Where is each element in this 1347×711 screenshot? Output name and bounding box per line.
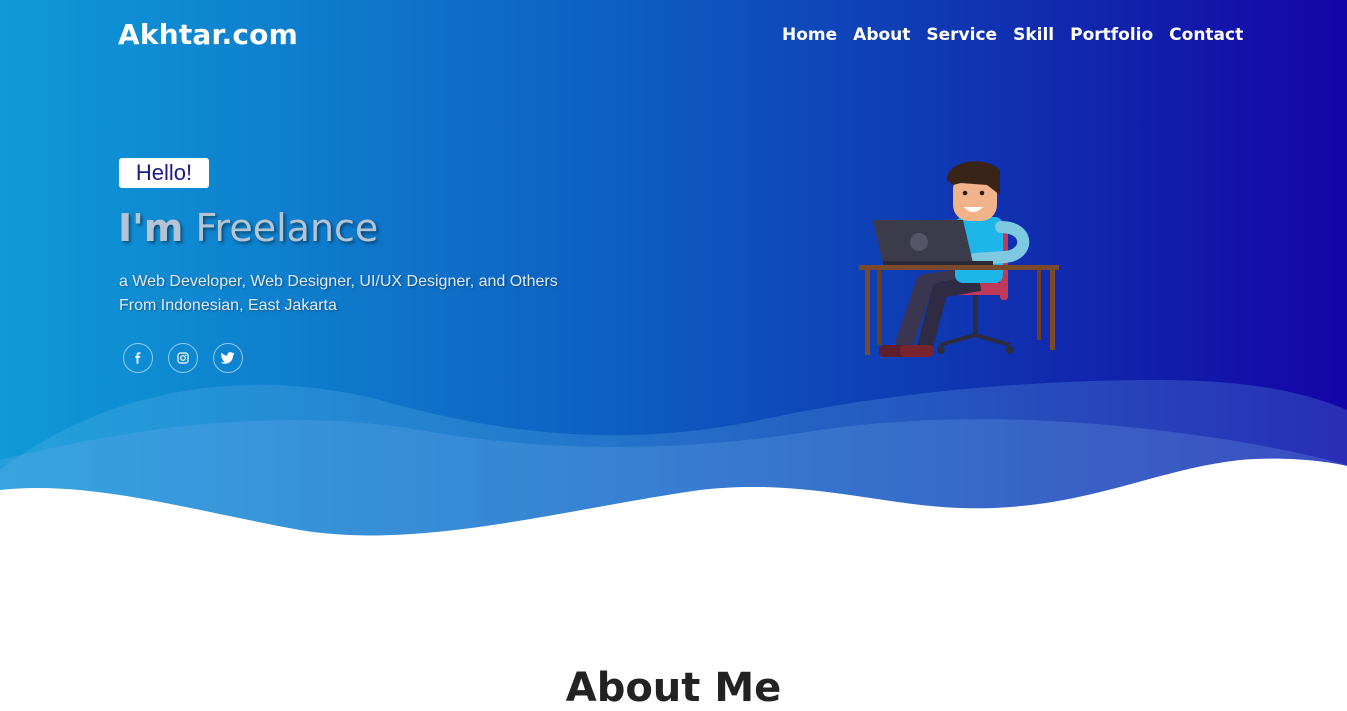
facebook-link[interactable]	[123, 343, 153, 373]
social-links	[123, 343, 243, 373]
twitter-icon	[221, 352, 235, 364]
nav-link-about[interactable]: About	[853, 25, 910, 45]
headline-strong: I'm	[118, 206, 184, 250]
hello-badge: Hello!	[119, 158, 209, 188]
brand-logo-link[interactable]: Akhtar.com	[118, 18, 298, 51]
nav-link-home[interactable]: Home	[782, 25, 837, 45]
instagram-link[interactable]	[168, 343, 198, 373]
main-nav: Home About Service Skill Portfolio Conta…	[782, 25, 1243, 45]
instagram-icon	[177, 352, 189, 364]
description-line-2: From Indonesian, East Jakarta	[119, 297, 337, 314]
facebook-icon	[135, 352, 141, 364]
nav-link-service[interactable]: Service	[926, 25, 997, 45]
hero-section: Akhtar.com Home About Service Skill Port…	[0, 0, 1347, 560]
hero-description: a Web Developer, Web Designer, UI/UX Des…	[119, 270, 558, 318]
headline-rest: Freelance	[195, 206, 379, 250]
twitter-link[interactable]	[213, 343, 243, 373]
nav-link-skill[interactable]: Skill	[1013, 25, 1054, 45]
nav-link-contact[interactable]: Contact	[1169, 25, 1243, 45]
about-section-title: About Me	[565, 665, 782, 711]
nav-link-portfolio[interactable]: Portfolio	[1070, 25, 1153, 45]
hero-headline: I'm Freelance	[118, 206, 378, 250]
description-line-1: a Web Developer, Web Designer, UI/UX Des…	[119, 273, 558, 290]
developer-at-desk-illustration	[859, 161, 1059, 357]
